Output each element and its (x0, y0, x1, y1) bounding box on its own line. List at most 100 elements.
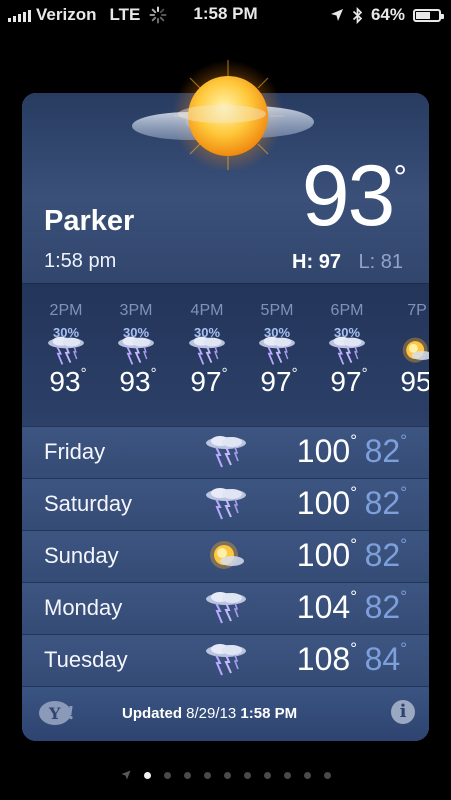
degree-symbol: ° (393, 159, 407, 197)
day-low: 82° (364, 431, 407, 470)
degree-symbol: ° (221, 364, 228, 382)
partly-sunny-icon (204, 537, 248, 575)
page-dot-active[interactable] (143, 771, 151, 779)
thunderstorm-icon (114, 334, 158, 368)
thunderstorm-icon (204, 485, 248, 523)
hour-label: 2PM (49, 302, 83, 319)
daily-row: Friday 100° 82° (22, 426, 429, 479)
hour-temp: 97° (181, 364, 237, 398)
city-name: Parker (44, 205, 135, 237)
svg-text:Y: Y (48, 704, 61, 723)
degree-symbol: ° (350, 639, 357, 659)
hour-temp: 97° (251, 364, 307, 398)
hour-temp-value: 93 (119, 366, 151, 397)
day-low: 82° (364, 483, 407, 522)
day-high-value: 100 (296, 537, 351, 573)
hour-label: 4PM (190, 302, 224, 319)
status-bar: Verizon LTE 1:58 PM 64% (0, 0, 451, 30)
thunderstorm-icon (325, 334, 369, 368)
battery-fill (416, 11, 430, 19)
bluetooth-icon (352, 6, 363, 24)
weather-card[interactable]: Parker 1:58 pm 93° H: 97 L: 81 2PM 30% 93°… (22, 93, 429, 741)
degree-symbol: ° (80, 364, 87, 382)
location-arrow-icon (330, 9, 343, 21)
day-low-value: 82 (364, 485, 401, 521)
hour-temp-value: 93 (49, 366, 81, 397)
daily-row: Tuesday 108° 84° (22, 634, 429, 687)
hour-temp: 93° (40, 364, 96, 398)
day-high-value: 108 (296, 641, 351, 677)
yahoo-logo-icon[interactable]: Y ! (38, 699, 76, 727)
page-indicator[interactable] (0, 768, 451, 782)
hour-temp-value: 97 (330, 366, 362, 397)
hour-label: 6PM (330, 302, 364, 319)
degree-symbol: ° (350, 587, 357, 607)
day-low-value: 82 (364, 589, 401, 625)
hour-label: 3PM (119, 302, 153, 319)
page-dot[interactable] (223, 771, 231, 779)
high-low: H: 97 L: 81 (292, 251, 403, 274)
hour-temp: 93° (110, 364, 166, 398)
day-high: 100° (297, 431, 357, 470)
page-dot[interactable] (323, 771, 331, 779)
page-dot[interactable] (263, 771, 271, 779)
day-low-value: 82 (364, 537, 401, 573)
hour-label: 7P (407, 302, 427, 319)
day-high: 104° (296, 587, 357, 626)
hour-label: 5PM (260, 302, 294, 319)
degree-symbol: ° (400, 431, 407, 451)
hour-temp-value: 95 (400, 366, 429, 397)
day-name: Friday (44, 439, 106, 464)
thunderstorm-icon (204, 641, 248, 679)
thunderstorm-icon (204, 589, 248, 627)
page-dot[interactable] (183, 771, 191, 779)
degree-symbol: ° (291, 364, 298, 382)
page-dot[interactable] (303, 771, 311, 779)
degree-symbol: ° (150, 364, 157, 382)
battery-percentage: 64% (370, 5, 405, 24)
degree-symbol: ° (400, 535, 407, 555)
hour-temp: 97° (321, 364, 377, 398)
degree-symbol: ° (400, 587, 407, 607)
updated-date: 8/29/13 (186, 705, 237, 722)
page-dot[interactable] (203, 771, 211, 779)
degree-symbol: ° (350, 431, 357, 451)
degree-symbol: ° (361, 364, 368, 382)
hourly-forecast[interactable]: 2PM 30% 93° 3PM 30% 93° 4PM 30% 97° 5PM 30% 97° 6PM 3… (22, 283, 429, 428)
updated-label: Updated (122, 705, 182, 722)
daily-row: Sunday 100° 82° (22, 530, 429, 583)
day-low: 82° (364, 587, 407, 626)
day-high-value: 104 (296, 589, 351, 625)
page-dot[interactable] (243, 771, 251, 779)
degree-symbol: ° (350, 535, 357, 555)
degree-symbol: ° (400, 639, 407, 659)
daily-row: Monday 104° 82° (22, 582, 429, 635)
day-high: 100° (296, 535, 357, 574)
hour-temp-value: 97 (260, 366, 292, 397)
high-temp: H: 97 (292, 251, 341, 273)
local-time: 1:58 pm (44, 250, 117, 272)
page-dot[interactable] (283, 771, 291, 779)
battery-icon (413, 8, 444, 22)
day-low: 82° (364, 535, 407, 574)
day-high: 100° (297, 483, 357, 522)
location-page-icon[interactable] (121, 770, 131, 780)
day-name: Monday (44, 595, 123, 620)
day-name: Tuesday (44, 647, 128, 672)
svg-text:!: ! (67, 703, 75, 724)
degree-symbol: ° (350, 483, 357, 503)
info-button[interactable]: i (391, 700, 415, 724)
day-name: Sunday (44, 543, 119, 568)
low-temp: L: 81 (358, 251, 403, 273)
degree-symbol: ° (400, 483, 407, 503)
sun-cloud-icon (132, 60, 314, 170)
day-name: Saturday (44, 491, 133, 516)
day-low: 84° (365, 639, 407, 678)
thunderstorm-icon (204, 433, 248, 471)
sun-cloud-icon (395, 334, 429, 368)
updated-time: 1:58 PM (240, 705, 298, 722)
status-right: 64% (330, 5, 444, 25)
day-low-value: 82 (364, 433, 401, 469)
card-footer: Y ! Updated 8/29/13 1:58 PM i (22, 686, 429, 741)
page-dot[interactable] (163, 771, 171, 779)
